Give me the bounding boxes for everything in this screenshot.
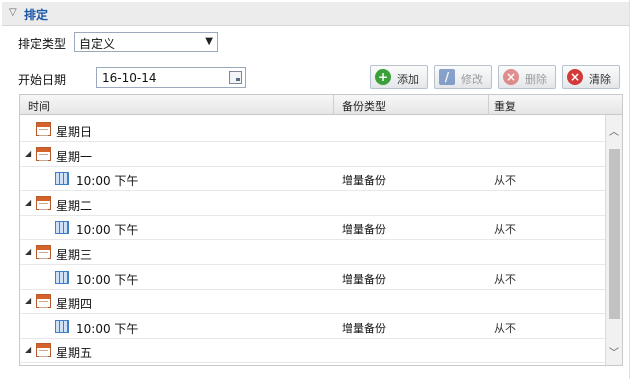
collapse-triangle-icon[interactable]: ▽ xyxy=(9,7,17,18)
clear-x-icon: × xyxy=(567,69,583,85)
time-label: 10:00 下午 xyxy=(76,321,139,336)
day-label: 星期三 xyxy=(56,248,93,262)
calendar-day-icon xyxy=(36,245,51,259)
column-header-time[interactable]: 时间 xyxy=(28,98,50,114)
delete-x-icon: × xyxy=(503,69,519,85)
repeat-cell: 从不 xyxy=(494,321,516,335)
repeat-cell: 从不 xyxy=(494,174,516,188)
schedule-time-icon xyxy=(55,270,69,284)
plus-icon: + xyxy=(375,69,391,85)
backup-type-cell: 增量备份 xyxy=(342,272,386,286)
schedule-type-value: 自定义 xyxy=(79,37,116,51)
backup-type-cell: 增量备份 xyxy=(342,321,386,335)
grid-header: 时间 备份类型 重复 xyxy=(20,95,622,115)
day-row[interactable]: 星期日 xyxy=(20,118,606,142)
time-row[interactable]: 10:00 下午 增量备份 从不 xyxy=(20,216,606,241)
clear-button[interactable]: × 清除 xyxy=(562,65,620,89)
day-row[interactable]: ◢ 星期一 xyxy=(20,143,606,167)
start-date-value: 16-10-14 xyxy=(102,71,157,85)
day-label: 星期二 xyxy=(56,198,93,213)
expand-toggle-icon[interactable]: ◢ xyxy=(25,345,31,354)
schedule-time-icon xyxy=(55,221,69,235)
expand-toggle-icon[interactable]: ◢ xyxy=(25,247,31,256)
calendar-day-icon xyxy=(36,294,51,309)
schedule-time-icon xyxy=(55,319,69,333)
time-label: 10:00 下午 xyxy=(76,174,139,189)
scroll-up-icon[interactable]: ︿ xyxy=(609,123,619,138)
time-row[interactable]: 10:00 下午 增量备份 从不 xyxy=(20,266,606,290)
backup-type-cell: 增量备份 xyxy=(342,174,386,188)
calendar-day-icon xyxy=(36,195,51,210)
day-label: 星期四 xyxy=(56,297,93,312)
scrollbar-thumb[interactable] xyxy=(609,149,620,319)
delete-button-label: 删除 xyxy=(525,73,547,86)
expand-toggle-icon[interactable]: ◢ xyxy=(25,198,31,207)
repeat-cell: 从不 xyxy=(494,223,516,237)
clear-button-label: 清除 xyxy=(589,73,611,86)
calendar-day-icon xyxy=(36,146,51,161)
scroll-down-icon[interactable]: ﹀ xyxy=(609,344,619,359)
edit-icon: / xyxy=(439,69,455,85)
column-separator xyxy=(333,95,334,115)
vertical-scrollbar[interactable]: ︿ ﹀ xyxy=(605,115,622,365)
day-row[interactable]: ◢ 星期三 xyxy=(20,241,606,265)
expand-toggle-icon[interactable]: ◢ xyxy=(25,149,31,158)
start-date-field[interactable]: 16-10-14 xyxy=(96,67,246,88)
add-button-label: 添加 xyxy=(397,73,419,86)
start-date-label: 开始日期 xyxy=(18,73,67,87)
backup-type-cell: 增量备份 xyxy=(342,223,386,237)
day-label: 星期五 xyxy=(56,346,93,361)
calendar-icon[interactable] xyxy=(229,71,242,84)
calendar-day-icon xyxy=(36,343,51,358)
day-row[interactable]: ◢ 星期二 xyxy=(20,192,606,216)
day-label: 星期日 xyxy=(56,125,93,139)
schedule-type-label: 排定类型 xyxy=(18,37,67,51)
day-row[interactable]: ◢ 星期四 xyxy=(20,290,606,315)
delete-button[interactable]: × 删除 xyxy=(498,65,556,89)
column-header-repeat[interactable]: 重复 xyxy=(494,98,516,114)
day-label: 星期一 xyxy=(56,149,93,164)
schedule-time-icon xyxy=(55,172,69,186)
time-row[interactable]: 10:00 下午 增量备份 从不 xyxy=(20,167,606,192)
section-header[interactable]: ▽ 排定 xyxy=(2,2,629,26)
time-label: 10:00 下午 xyxy=(76,272,139,287)
schedule-grid: 时间 备份类型 重复 星期日 ◢ 星期一 10:00 下午 增量备份 从不 ◢ 星期二 10:0… xyxy=(19,94,623,366)
calendar-day-icon xyxy=(36,122,51,136)
chevron-down-icon: ▼ xyxy=(205,36,213,47)
section-title: 排定 xyxy=(24,8,49,22)
add-button[interactable]: + 添加 xyxy=(370,65,428,89)
schedule-type-select[interactable]: 自定义 ▼ xyxy=(74,32,218,52)
expand-toggle-icon[interactable]: ◢ xyxy=(25,296,31,305)
repeat-cell: 从不 xyxy=(494,272,516,286)
time-row[interactable]: 10:00 下午 增量备份 从不 xyxy=(20,315,606,339)
modify-button[interactable]: / 修改 xyxy=(434,65,492,89)
day-row[interactable]: ◢ 星期五 xyxy=(20,339,606,364)
modify-button-label: 修改 xyxy=(461,73,483,86)
right-divider xyxy=(629,0,630,379)
time-label: 10:00 下午 xyxy=(76,223,139,238)
column-separator xyxy=(488,95,489,115)
column-header-backup-type[interactable]: 备份类型 xyxy=(342,98,386,114)
